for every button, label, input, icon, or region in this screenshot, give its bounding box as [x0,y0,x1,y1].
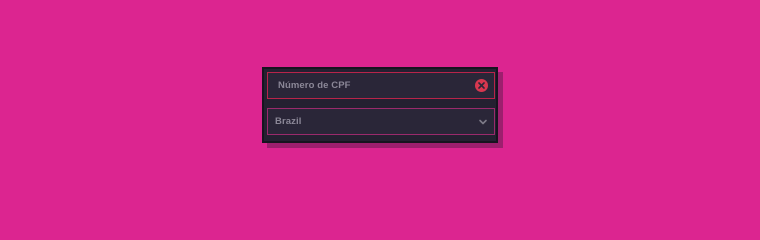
clear-circle-icon[interactable] [475,79,488,92]
cpf-form-card: Número de CPF Brazil [262,67,498,143]
cpf-placeholder: Número de CPF [278,80,351,91]
chevron-down-icon[interactable] [478,118,488,126]
country-select[interactable]: Brazil [267,108,495,135]
country-selected-value: Brazil [275,116,302,127]
cpf-number-field[interactable]: Número de CPF [267,72,495,99]
